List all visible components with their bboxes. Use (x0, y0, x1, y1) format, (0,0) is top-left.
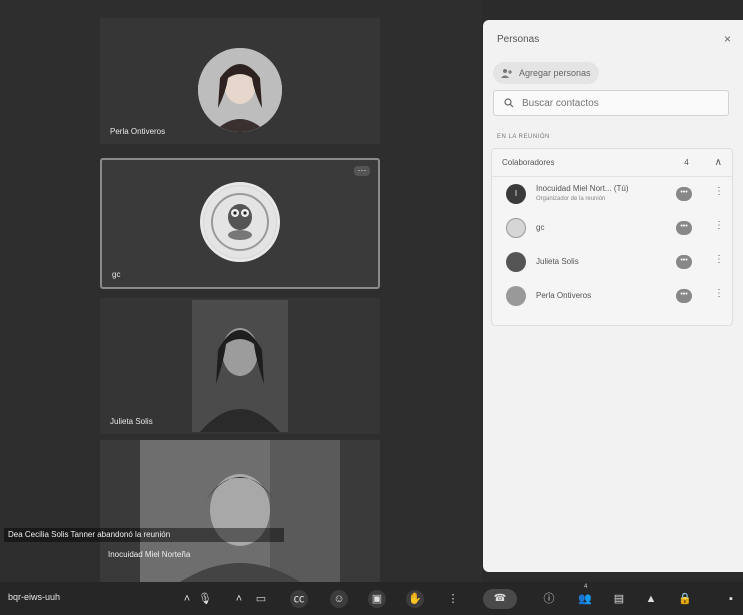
control-bar: bqr-eiws-uuh ˄ 🎙 ˄ ▭ ㏄ ☺ ▣ ✋ ⋮ ☎ ⓘ 4 👥 ▤… (0, 582, 743, 615)
participant-video (192, 300, 288, 432)
more-options-icon[interactable]: ⋮ (444, 590, 462, 608)
you-suffix: (Tú) (613, 184, 629, 193)
search-box[interactable] (493, 90, 729, 116)
more-options-icon[interactable]: ⋮ (714, 254, 724, 265)
more-options-icon[interactable]: ⋮ (714, 288, 724, 299)
participant-tile[interactable]: Julieta Solis (100, 298, 380, 434)
avatar (506, 252, 526, 272)
participant-role: Organizador de la reunión (536, 196, 606, 202)
present-screen-icon[interactable]: ▣ (368, 590, 386, 608)
participant-name: Inocuidad Miel Nort... (536, 184, 612, 193)
info-icon[interactable]: ⓘ (540, 590, 558, 608)
chevron-up-icon[interactable]: ˄ (230, 590, 248, 608)
microphone-icon[interactable]: 🎙 (196, 590, 214, 608)
search-icon (504, 98, 514, 108)
group-label: Colaboradores (502, 158, 555, 167)
participant-tile[interactable] (100, 440, 380, 582)
more-options-icon[interactable]: ⋮ (714, 220, 724, 231)
participant-name: gc (112, 270, 121, 279)
mic-activity-icon: ••• (676, 221, 692, 235)
participant-avatar-logo (200, 182, 280, 262)
participant-name: Julieta Solis (110, 417, 153, 426)
avatar (506, 286, 526, 306)
more-options-icon[interactable]: ⋮ (714, 186, 724, 197)
people-icon[interactable]: 👥 (576, 590, 594, 608)
section-label: EN LA REUNIÓN (497, 134, 550, 140)
add-people-button[interactable]: Agregar personas (493, 62, 599, 84)
participant-row[interactable]: I Inocuidad Miel Nort... (Tú) Organizado… (492, 177, 732, 211)
participant-row[interactable]: Julieta Solis ••• ⋮ (492, 245, 732, 279)
people-panel: Personas × Agregar personas EN LA REUNIÓ… (483, 20, 743, 572)
group-count: 4 (684, 158, 689, 167)
leave-notification: Dea Cecilia Solis Tanner abandonó la reu… (4, 528, 284, 542)
chat-icon[interactable]: ▤ (610, 590, 628, 608)
participant-tile-active[interactable]: ··· gc (100, 158, 380, 289)
participant-tile[interactable]: Perla Ontiveros (100, 18, 380, 144)
leave-call-button[interactable]: ☎ (483, 589, 517, 609)
video-stage: Perla Ontiveros ··· gc Julieta Solis Dea… (0, 0, 482, 582)
panel-title: Personas (497, 34, 540, 45)
avatar (506, 218, 526, 238)
self-view-icon[interactable]: ▪ (722, 590, 740, 608)
emoji-icon[interactable]: ☺ (330, 590, 348, 608)
add-people-label: Agregar personas (519, 68, 591, 78)
raise-hand-icon[interactable]: ✋ (406, 590, 424, 608)
mic-activity-icon: ••• (676, 255, 692, 269)
captions-icon[interactable]: ㏄ (290, 590, 308, 608)
participant-name: Julieta Solis (536, 257, 579, 266)
mic-activity-icon: ••• (676, 187, 692, 201)
presenter-label: Inocuidad Miel Norteña (108, 550, 191, 559)
participant-name: Perla Ontiveros (536, 291, 592, 300)
participant-name: Perla Ontiveros (110, 127, 166, 136)
participant-video (140, 440, 340, 582)
participant-row[interactable]: Perla Ontiveros ••• ⋮ (492, 279, 732, 313)
add-person-icon (501, 69, 512, 78)
more-options-icon[interactable]: ··· (354, 166, 370, 176)
participant-avatar (198, 48, 282, 132)
search-input[interactable] (522, 97, 702, 109)
host-controls-icon[interactable]: 🔒 (676, 590, 694, 608)
meeting-code: bqr-eiws-uuh (8, 592, 61, 602)
mic-activity-icon: ••• (676, 289, 692, 303)
chevron-up-icon[interactable]: ˄ (178, 590, 196, 608)
activities-icon[interactable]: ▲ (642, 590, 660, 608)
participant-name: gc (536, 223, 545, 232)
participant-row[interactable]: gc ••• ⋮ (492, 211, 732, 245)
chevron-up-icon[interactable]: ∧ (715, 157, 722, 168)
collaborators-group: Colaboradores 4 ∧ I Inocuidad Miel Nort.… (491, 148, 733, 326)
avatar: I (506, 184, 526, 204)
camera-icon[interactable]: ▭ (252, 590, 270, 608)
group-header[interactable]: Colaboradores 4 ∧ (492, 149, 732, 177)
close-icon[interactable]: × (724, 32, 731, 46)
